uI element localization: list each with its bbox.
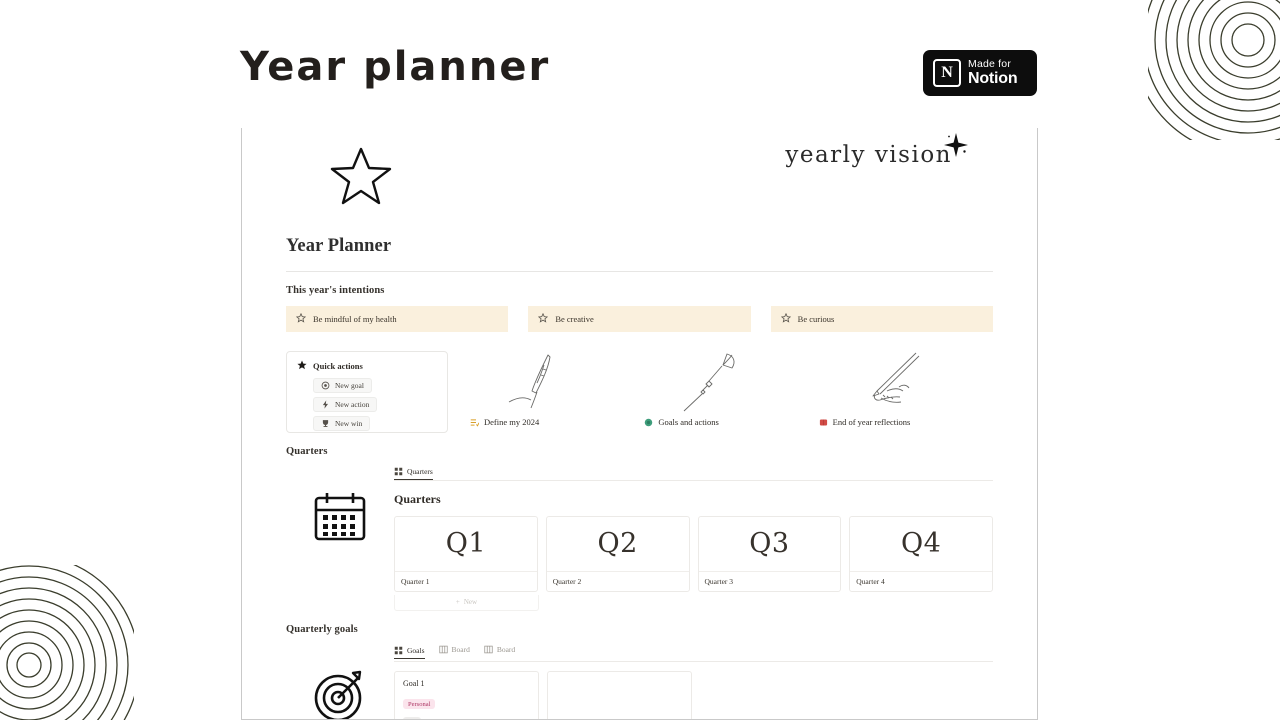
divider	[286, 271, 993, 272]
sparkle-icon	[943, 132, 969, 163]
hand-writing-illustration	[853, 351, 931, 420]
card-cover-text: Q4	[850, 517, 992, 572]
tab-goals[interactable]: Goals	[394, 646, 425, 660]
illustration-goals-and-actions[interactable]: Goals and actions	[644, 351, 818, 433]
new-win-button[interactable]: New win	[313, 416, 371, 431]
quarters-section: Quarters Quarters Q1 Quarter 1 Q2 Quarte…	[286, 467, 993, 611]
goal-title: Goal 1	[403, 678, 425, 688]
board-view-icon	[484, 645, 493, 654]
quick-actions-panel: Quick actions New goal New action New wi…	[286, 351, 448, 433]
notion-logo-letter: N	[941, 64, 953, 81]
made-for-notion-badge: N Made for Notion	[923, 50, 1037, 96]
card-title: Quarter 1	[401, 576, 430, 586]
illustration-label: End of year reflections	[832, 417, 911, 427]
quick-actions-row: Quick actions New goal New action New wi…	[286, 351, 993, 433]
goal-card-placeholder[interactable]	[547, 670, 692, 719]
notion-logo-icon: N	[933, 59, 961, 87]
star-outline-icon	[538, 312, 549, 325]
gallery-card[interactable]: Q2 Quarter 2	[545, 515, 690, 592]
new-quarter-button[interactable]: + New	[394, 594, 539, 611]
intention-text: Be creative	[555, 314, 594, 324]
tab-quarters[interactable]: Quarters	[394, 467, 433, 480]
spiral-decoration-top-right	[1132, 0, 1280, 156]
quarters-section-label: Quarters	[286, 446, 328, 457]
cover-row: yearly vision	[286, 128, 993, 214]
tab-label: Board	[496, 644, 516, 654]
spiral-decoration-bottom-left	[0, 554, 140, 720]
badge-made-for-label: Made for	[968, 57, 1012, 70]
target-dartboard-icon	[286, 645, 394, 719]
card-cover-text: Q3	[698, 517, 841, 572]
trophy-icon	[321, 419, 330, 428]
badge-product-label: Notion	[968, 70, 1018, 88]
lightning-icon	[321, 400, 330, 409]
star-outline-icon	[330, 146, 392, 211]
intention-text: Be curious	[797, 314, 835, 324]
gallery-view-icon	[394, 646, 403, 655]
quill-pen-illustration	[504, 351, 574, 420]
red-book-icon	[819, 418, 828, 427]
new-action-button[interactable]: New action	[313, 397, 378, 412]
card-title: Quarter 2	[552, 576, 582, 586]
intention-callout[interactable]: Be curious	[770, 306, 993, 332]
goals-section: Goals Board Board Goal 1 Personal	[286, 645, 993, 719]
quarters-db-tabs: Quarters	[394, 467, 993, 481]
illustration-label: Goals and actions	[658, 417, 719, 427]
card-title: Quarter 4	[856, 576, 885, 586]
notion-page-title: Year Planner	[286, 236, 392, 256]
new-action-label: New action	[335, 400, 370, 409]
card-cover-text: Q1	[395, 517, 537, 572]
intentions-list: Be mindful of my health Be creative Be c…	[286, 306, 993, 332]
plus-icon: +	[455, 598, 460, 606]
gallery-card[interactable]: Q1 Quarter 1	[394, 515, 538, 592]
goals-db-tabs: Goals Board Board	[394, 645, 993, 662]
new-button-label: New	[463, 598, 478, 606]
card-title: Quarter 3	[704, 576, 734, 586]
new-goal-button[interactable]: New goal	[313, 378, 372, 393]
new-goal-label: New goal	[335, 381, 364, 390]
tab-board-2[interactable]: Board	[484, 645, 515, 657]
tab-label: Quarters	[407, 467, 433, 476]
illustration-label: Define my 2024	[484, 417, 540, 427]
new-win-label: New win	[335, 419, 363, 428]
illustration-define-my-2024[interactable]: Define my 2024	[470, 351, 644, 433]
illustration-end-of-year-reflections[interactable]: End of year reflections	[819, 351, 993, 433]
green-circle-icon	[644, 418, 653, 427]
quick-actions-title: Quick actions	[313, 361, 363, 371]
card-cover-text: Q2	[546, 517, 689, 572]
gallery-card[interactable]: Q4 Quarter 4	[849, 515, 993, 592]
illustrations-group: Define my 2024 Goals and actions End of …	[470, 351, 993, 433]
goals-section-label: Quarterly goals	[286, 623, 358, 635]
tab-label: Goals	[407, 646, 425, 656]
intention-callout[interactable]: Be mindful of my health	[286, 306, 509, 332]
star-outline-icon	[780, 312, 791, 325]
star-filled-icon	[297, 360, 307, 372]
tab-board-1[interactable]: Board	[438, 644, 470, 657]
yearly-vision-text: yearly vision	[785, 142, 952, 168]
goal-card[interactable]: Goal 1 Personal Q1	[394, 670, 539, 719]
board-view-icon	[438, 645, 448, 654]
intention-callout[interactable]: Be creative	[528, 306, 751, 332]
gallery-view-icon	[394, 467, 403, 476]
tab-label: Board	[451, 644, 470, 654]
page-root: Year planner N Made for Notion yearly vi…	[0, 0, 1280, 720]
intention-text: Be mindful of my health	[313, 314, 397, 324]
goal-tag-category: Personal	[403, 699, 436, 709]
gallery-card[interactable]: Q3 Quarter 3	[697, 515, 842, 592]
quarters-gallery: Q1 Quarter 1 Q2 Quarter 2 Q3 Quarter 3 Q…	[394, 515, 993, 592]
quarters-db-title: Quarters	[394, 491, 441, 506]
goals-gallery: Goal 1 Personal Q1	[394, 670, 993, 719]
intentions-label: This year's intentions	[286, 285, 385, 296]
notion-app-card: yearly vision Year Planner This year's i…	[241, 128, 1038, 720]
dart-illustration	[678, 351, 748, 420]
star-outline-icon	[295, 312, 307, 325]
checklist-icon	[470, 418, 479, 427]
target-icon	[321, 381, 330, 390]
page-title: Year planner	[240, 44, 551, 90]
calendar-icon	[286, 467, 394, 611]
